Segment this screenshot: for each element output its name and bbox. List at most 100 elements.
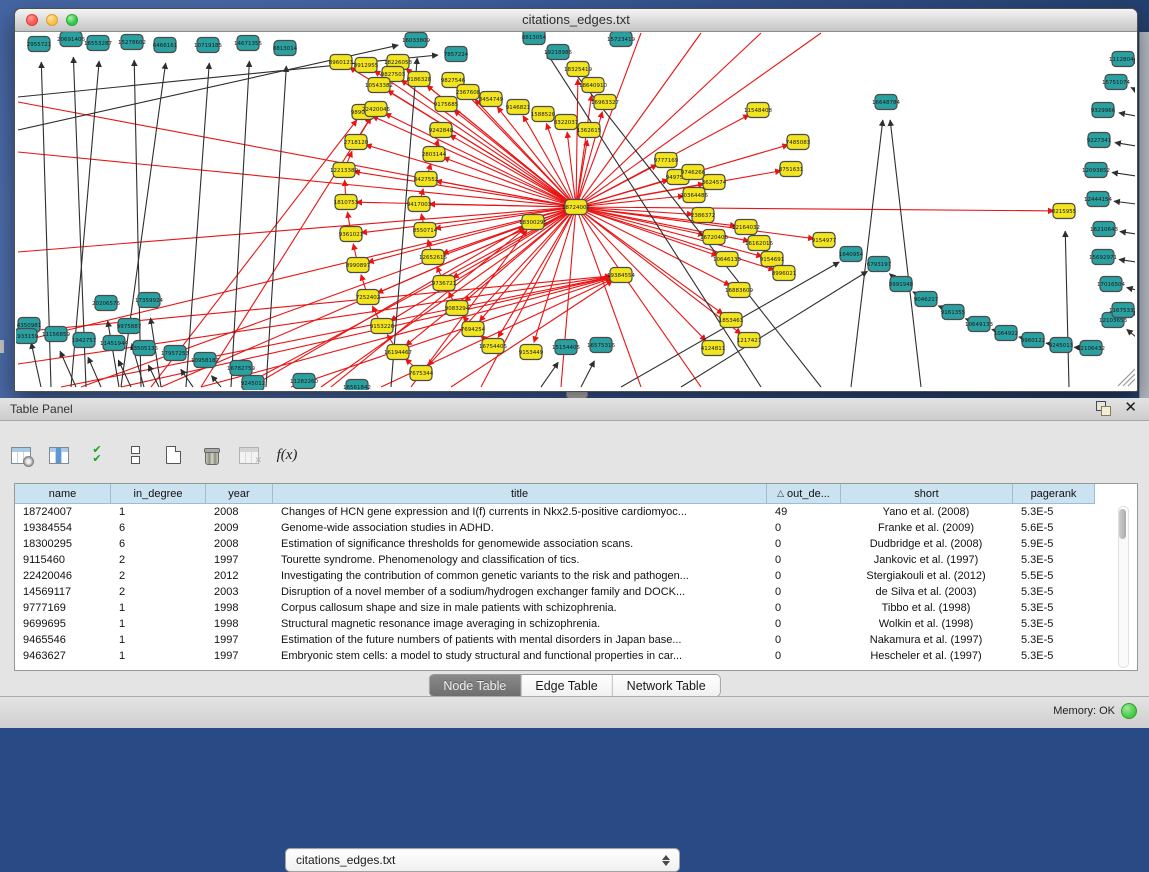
table-row[interactable]: 977716911998Corpus callosum shape and si… <box>15 600 1137 616</box>
function-builder-button[interactable]: f(x) <box>274 442 300 468</box>
graph-node[interactable]: 15154405 <box>552 340 580 355</box>
table-cell[interactable]: 2012 <box>206 570 273 582</box>
table-mode-button[interactable] <box>8 442 34 468</box>
graph-node[interactable]: 8960123 <box>329 55 354 70</box>
graph-node[interactable]: 15723419 <box>607 32 635 47</box>
table-panel-header[interactable]: Table Panel ✕ <box>0 398 1149 421</box>
graph-node[interactable]: 8322037 <box>554 115 579 130</box>
graph-node[interactable]: 10958187 <box>191 353 219 368</box>
graph-node[interactable]: 12213389 <box>330 163 358 178</box>
graph-node[interactable]: 7694254 <box>461 322 486 337</box>
graph-node[interactable]: 9975887 <box>117 319 142 334</box>
table-row[interactable]: 1456911722003Disruption of a novel membe… <box>15 584 1137 600</box>
graph-node[interactable]: 12164032 <box>732 220 760 235</box>
node-table-scrollpane[interactable]: namein_degreeyeartitle△out_de...shortpag… <box>14 483 1138 671</box>
table-cell[interactable]: Estimation of significance thresholds fo… <box>273 538 767 550</box>
table-cell[interactable]: 5.3E-5 <box>1013 602 1095 614</box>
graph-node[interactable]: 2367608 <box>456 85 481 100</box>
clear-selection-button[interactable] <box>122 442 148 468</box>
graph-node[interactable]: 7857224 <box>444 47 469 62</box>
table-cell[interactable]: 2008 <box>206 538 273 550</box>
window-resize-grip[interactable] <box>1118 369 1135 386</box>
graph-node[interactable]: 6466161 <box>153 38 178 53</box>
graph-node[interactable]: 12106432 <box>1077 341 1105 356</box>
graph-node[interactable]: 12444154 <box>1084 192 1112 207</box>
tab-node-table[interactable]: Node Table <box>429 675 521 696</box>
table-cell[interactable]: 1998 <box>206 618 273 630</box>
graph-node[interactable]: 9242848 <box>429 123 454 138</box>
memory-status-indicator[interactable] <box>1121 703 1137 719</box>
table-cell[interactable]: 5.3E-5 <box>1013 586 1095 598</box>
table-cell[interactable]: 2 <box>111 554 206 566</box>
graph-node[interactable]: 16782759 <box>227 361 255 376</box>
column-header-out_de[interactable]: △out_de... <box>767 484 841 504</box>
graph-node[interactable]: 20364486 <box>680 188 708 203</box>
graph-node[interactable]: 17016504 <box>1097 277 1125 292</box>
delete-table-button[interactable]: ✕ <box>236 442 262 468</box>
column-header-name[interactable]: name <box>15 484 111 504</box>
table-cell[interactable]: 0 <box>767 602 841 614</box>
graph-node[interactable]: 10719185 <box>194 38 222 53</box>
table-cell[interactable]: 9699695 <box>15 618 111 630</box>
table-cell[interactable]: Tibbo et al. (1998) <box>841 602 1013 614</box>
graph-node[interactable]: 11451944 <box>100 336 128 351</box>
graph-node[interactable]: 6793197 <box>867 257 892 272</box>
citation-graph[interactable]: 2955721206914061655328715278602646616110… <box>16 32 1135 390</box>
graph-node[interactable]: 16720406 <box>700 230 728 245</box>
vertical-scrollbar[interactable] <box>1118 506 1129 668</box>
graph-node[interactable]: 8912955 <box>354 58 379 73</box>
graph-node[interactable]: 19384554 <box>607 268 635 283</box>
graph-node[interactable]: 11282260 <box>290 374 318 389</box>
graph-node[interactable]: 9777169 <box>654 153 679 168</box>
table-cell[interactable]: 18300295 <box>15 538 111 550</box>
graph-node[interactable]: 8991948 <box>889 277 914 292</box>
table-cell[interactable]: 0 <box>767 634 841 646</box>
graph-node[interactable]: 1640954 <box>839 247 864 262</box>
graph-node[interactable]: 1853463 <box>719 313 744 328</box>
table-cell[interactable]: Structural magnetic resonance image aver… <box>273 618 767 630</box>
table-cell[interactable]: Investigating the contribution of common… <box>273 570 767 582</box>
graph-node[interactable]: 16648784 <box>872 95 900 110</box>
graph-node[interactable]: 8813014 <box>273 41 298 56</box>
table-cell[interactable]: 1 <box>111 618 206 630</box>
table-cell[interactable]: Jankovic et al. (1997) <box>841 554 1013 566</box>
table-row[interactable]: 2242004622012Investigating the contribut… <box>15 568 1137 584</box>
table-cell[interactable]: 5.3E-5 <box>1013 634 1095 646</box>
table-selector-dropdown[interactable]: citations_edges.txt <box>285 848 680 872</box>
table-cell[interactable]: 6 <box>111 522 206 534</box>
table-cell[interactable]: 1 <box>111 602 206 614</box>
table-cell[interactable]: 5.3E-5 <box>1013 554 1095 566</box>
graph-node[interactable]: 2803144 <box>422 147 447 162</box>
graph-node[interactable]: 13505135 <box>130 341 158 356</box>
graph-node[interactable]: 10543382 <box>365 78 393 93</box>
graph-node[interactable]: 11156859 <box>42 327 70 342</box>
close-panel-icon[interactable]: ✕ <box>1124 401 1137 415</box>
table-row[interactable]: 1872400712008Changes of HCN gene express… <box>15 504 1137 520</box>
table-cell[interactable]: Disruption of a novel member of a sodium… <box>273 586 767 598</box>
graph-node[interactable]: 9046217 <box>914 292 939 307</box>
graph-node[interactable]: 11675333 <box>1109 303 1135 318</box>
graph-node[interactable]: 19218986 <box>544 45 572 60</box>
table-cell[interactable]: 19384554 <box>15 522 111 534</box>
graph-node[interactable]: 1362615 <box>577 123 602 138</box>
table-cell[interactable]: Changes of HCN gene expression and I(f) … <box>273 506 767 518</box>
graph-node[interactable]: 17359924 <box>135 293 163 308</box>
graph-node[interactable]: 9746266 <box>681 165 706 180</box>
table-cell[interactable]: Corpus callosum shape and size in male p… <box>273 602 767 614</box>
graph-node[interactable]: 11548408 <box>744 103 772 118</box>
graph-node[interactable]: 17957253 <box>161 346 189 361</box>
graph-node[interactable]: 12093852 <box>1082 163 1110 178</box>
table-cell[interactable]: 9115460 <box>15 554 111 566</box>
graph-node[interactable]: 16033809 <box>402 33 430 48</box>
graph-node[interactable]: 1217427 <box>737 333 762 348</box>
graph-node[interactable]: 9175685 <box>434 97 459 112</box>
table-cell[interactable]: 1997 <box>206 634 273 646</box>
table-row[interactable]: 946362711997Embryonic stem cells: a mode… <box>15 648 1137 664</box>
graph-node[interactable]: 18300295 <box>519 215 547 230</box>
graph-node[interactable]: 9361021 <box>339 227 364 242</box>
scrollbar-thumb[interactable] <box>1119 509 1126 539</box>
table-cell[interactable]: 0 <box>767 538 841 550</box>
table-cell[interactable]: 5.5E-5 <box>1013 570 1095 582</box>
column-header-short[interactable]: short <box>841 484 1013 504</box>
table-cell[interactable]: 2 <box>111 586 206 598</box>
